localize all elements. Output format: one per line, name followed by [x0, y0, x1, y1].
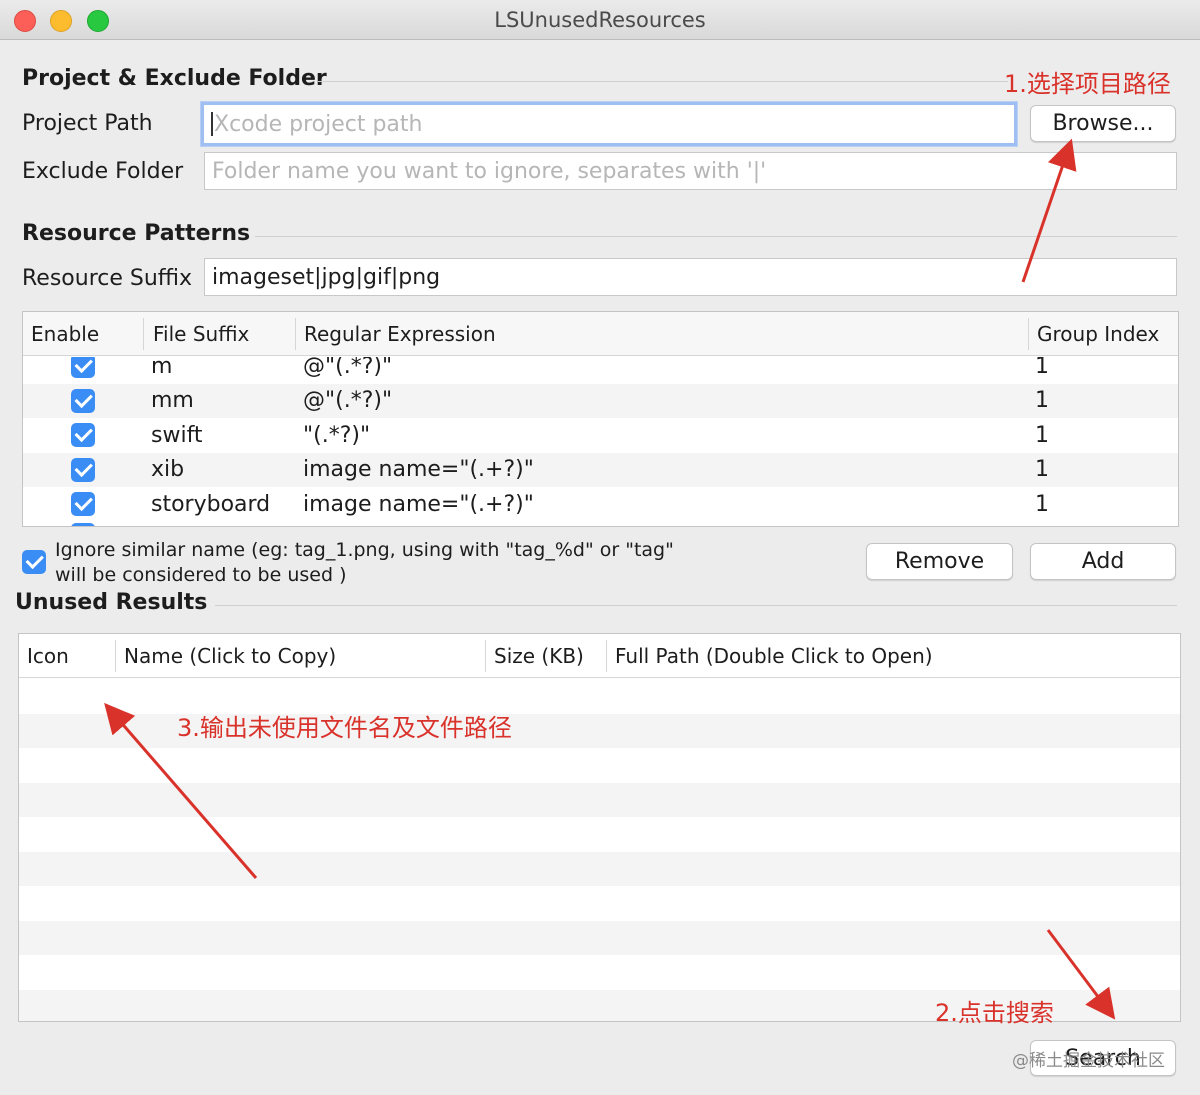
annotation-arrows [104, 138, 1116, 1020]
arrow-to-browse [1021, 138, 1077, 283]
watermark: @稀土掘金技术社区 [1012, 1051, 1165, 1071]
arrow-to-results [104, 702, 258, 879]
arrow-to-search [1046, 929, 1116, 1020]
